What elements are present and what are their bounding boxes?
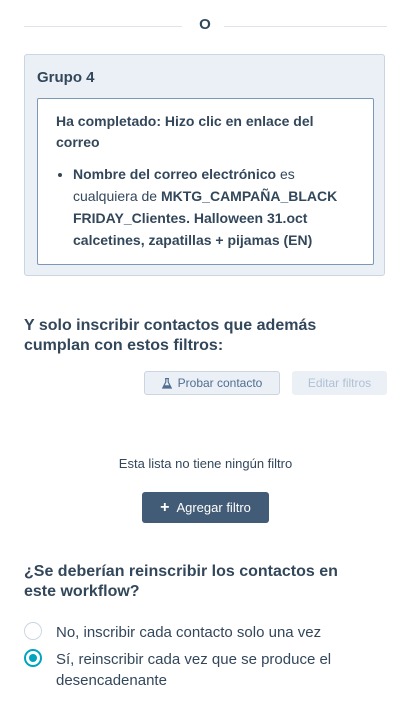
plus-icon: + xyxy=(160,498,170,516)
flask-icon xyxy=(161,377,172,389)
add-filter-button[interactable]: + Agregar filtro xyxy=(142,492,269,523)
empty-filters-text: Esta lista no tiene ningún filtro xyxy=(118,456,293,471)
group-title: Grupo 4 xyxy=(37,69,95,86)
criteria-property: Nombre del correo electrónico xyxy=(73,166,277,182)
reenroll-option-no[interactable]: No, inscribir cada contacto solo una vez xyxy=(24,622,376,643)
filter-criteria-box[interactable]: Ha completado: Hizo clic en enlace del c… xyxy=(37,98,374,265)
filter-group-card: Grupo 4 Ha completado: Hizo clic en enla… xyxy=(24,54,385,276)
test-contact-button[interactable]: Probar contacto xyxy=(144,371,280,395)
filters-heading: Y solo inscribir contactos que además cu… xyxy=(24,317,317,354)
reenroll-heading: ¿Se deberían reinscribir los contactos e… xyxy=(24,563,338,600)
add-filter-label: Agregar filtro xyxy=(176,500,251,515)
divider-line-left xyxy=(24,26,182,27)
filter-criteria-item: Nombre del correo electrónico es cualqui… xyxy=(73,163,355,251)
divider-line-right xyxy=(224,26,387,27)
reenroll-option-label: Sí, reinscribir cada vez que se produce … xyxy=(56,651,332,689)
or-label: O xyxy=(199,16,211,33)
or-divider: O xyxy=(24,16,387,36)
reenroll-option-yes[interactable]: Sí, reinscribir cada vez que se produce … xyxy=(24,649,376,691)
edit-filters-label: Editar filtros xyxy=(307,376,372,390)
filter-title: Ha completado: Hizo clic en enlace del c… xyxy=(56,113,314,150)
filter-criteria-list: Nombre del correo electrónico es cualqui… xyxy=(56,163,355,251)
edit-filters-button[interactable]: Editar filtros xyxy=(292,371,387,395)
reenroll-option-label: No, inscribir cada contacto solo una vez xyxy=(56,624,322,641)
radio-icon[interactable] xyxy=(24,622,42,640)
test-contact-label: Probar contacto xyxy=(177,376,263,390)
radio-checked-icon[interactable] xyxy=(24,649,42,667)
